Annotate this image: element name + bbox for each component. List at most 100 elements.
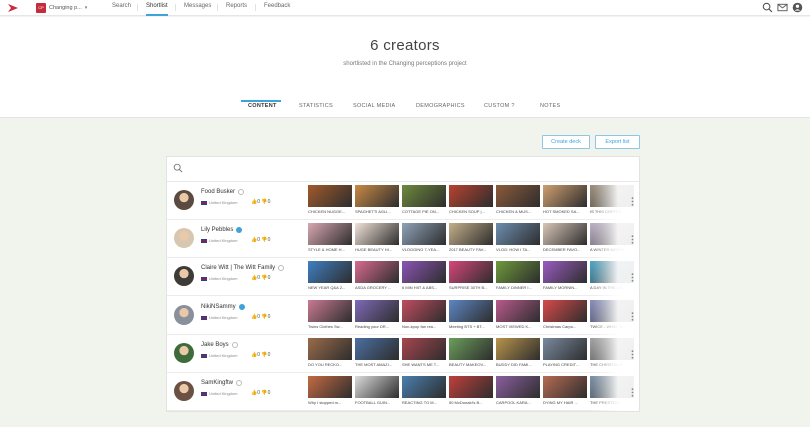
creator-name[interactable]: Claire Witt | The Witt Family — [201, 265, 285, 272]
video-thumbnail[interactable]: MOST VIEWED K... — [496, 299, 540, 332]
video-thumbnail[interactable]: FOOTBALL GUIN... — [355, 376, 399, 408]
creator-country: United Kingdom — [209, 352, 238, 358]
creator-name[interactable]: SamKingftw — [201, 380, 243, 386]
avatar[interactable] — [174, 304, 194, 325]
more-options-icon[interactable] — [631, 273, 634, 283]
video-thumbnail[interactable]: VLOGGING 7-YEA... — [402, 223, 446, 255]
tab-statistics[interactable]: STATISTICS — [299, 103, 333, 109]
video-title: COTTAGE PIE ON... — [402, 209, 440, 214]
video-thumbnail[interactable]: STYLE & HOME H... — [308, 223, 352, 255]
creator-row[interactable]: Jake Boys United Kingdom 👍0 👎0 DO YOU RECKO… — [167, 334, 639, 373]
tab-notes[interactable]: NOTES — [540, 103, 560, 109]
nav-reports[interactable]: Reports — [226, 3, 247, 9]
export-list-button[interactable]: Export list — [595, 135, 640, 149]
creator-row[interactable]: NikiNSammy United Kingdom 👍0 👎0 Twins Cloth… — [167, 296, 639, 335]
avatar[interactable] — [174, 190, 194, 210]
video-thumbnail-image — [402, 337, 446, 360]
nav-feedback[interactable]: Feedback — [264, 3, 290, 9]
avatar[interactable] — [174, 266, 194, 287]
video-thumbnail[interactable]: DO YOU RECKO... — [308, 337, 352, 370]
video-thumbnail[interactable]: CHICKEN NUGGE... — [308, 185, 352, 217]
creator-row[interactable]: Lily Pebbles United Kingdom 👍0 👎0 STYLE & H… — [167, 220, 639, 259]
creator-name[interactable]: Jake Boys — [201, 341, 238, 348]
video-thumbnail-image — [543, 299, 587, 322]
video-thumbnail[interactable]: CHICKEN & MUS... — [496, 185, 540, 217]
video-thumbnail[interactable]: REACTING TO M... — [402, 376, 446, 408]
video-thumbnail[interactable]: FAMILY DINNER I... — [496, 261, 540, 293]
video-thumbnail[interactable]: Non-kpop fan rea... — [402, 299, 446, 332]
dislikes-count: 0 — [267, 199, 271, 205]
nav-search[interactable]: Search — [112, 3, 131, 9]
more-options-icon[interactable] — [631, 311, 634, 321]
creator-row[interactable]: Claire Witt | The Witt Family United King… — [167, 258, 639, 297]
list-search-bar[interactable] — [167, 157, 639, 182]
video-thumbnail-image — [449, 223, 493, 246]
chevron-down-icon: ▾ — [84, 4, 88, 11]
brand-logo[interactable] — [7, 2, 19, 14]
video-thumbnail[interactable]: CHICKEN SOUP |... — [449, 185, 493, 217]
video-thumbnail[interactable]: Reading your DR... — [355, 299, 399, 332]
video-title: SHE WANTS ME T... — [402, 361, 440, 367]
creator-name[interactable]: Lily Pebbles — [201, 227, 243, 234]
video-title: DECEMBER FAVO... — [543, 247, 581, 253]
video-thumbnail[interactable]: HUGE BEAUTY HI... — [355, 223, 399, 255]
video-thumbnail[interactable]: Meeting BTS + BT... — [449, 299, 493, 332]
avatar[interactable] — [174, 342, 194, 363]
video-thumbnail[interactable]: Why I stopped m... — [308, 376, 352, 408]
tab-social-media[interactable]: SOCIAL MEDIA — [353, 103, 396, 109]
avatar[interactable] — [174, 228, 194, 249]
create-deck-button[interactable]: Create deck — [542, 135, 590, 149]
video-thumbnail[interactable]: SHE WANTS ME T... — [402, 337, 446, 370]
video-thumbnail[interactable]: SPAGHETTI AGLI... — [355, 185, 399, 217]
video-title: THE MOST AMAZI... — [355, 361, 393, 367]
video-thumbnail[interactable]: DECEMBER FAVO... — [543, 223, 587, 255]
video-thumbnail[interactable]: SURPRISE 30TH B... — [449, 261, 493, 293]
search-icon[interactable] — [762, 2, 773, 13]
dislikes-count: 0 — [267, 237, 271, 244]
video-title: STYLE & HOME H... — [308, 247, 345, 253]
creator-name[interactable]: NikiNSammy — [201, 303, 245, 310]
tab-demographics[interactable]: DEMOGRAPHICS — [416, 103, 465, 109]
user-icon[interactable] — [792, 2, 803, 13]
creator-name[interactable]: Food Busker — [201, 189, 245, 195]
creator-row[interactable]: SamKingftw United Kingdom 👍0 👎0 Why I stopp… — [167, 373, 639, 411]
info-icon — [278, 265, 285, 272]
creator-country: United Kingdom — [209, 391, 238, 396]
info-icon — [238, 189, 245, 195]
video-thumbnail-image — [402, 261, 446, 284]
video-thumbnail[interactable]: FAMILY MORNIN... — [543, 261, 587, 293]
video-thumbnail[interactable]: 50 McDonald's B... — [449, 376, 493, 408]
more-options-icon[interactable] — [631, 350, 634, 359]
creator-row[interactable]: Food Busker United Kingdom 👍0 👎0 CHICKEN NU… — [167, 182, 639, 220]
video-thumbnail[interactable]: ASDA GROCERY ... — [355, 261, 399, 293]
video-thumbnail[interactable]: 2017 BEAUTY FAV... — [449, 223, 493, 255]
video-thumbnail[interactable]: BEAUTY MAKEOV... — [449, 337, 493, 370]
nav-messages[interactable]: Messages — [184, 3, 211, 9]
tab-custom[interactable]: CUSTOM ? — [484, 103, 515, 109]
video-thumbnail[interactable]: VLOG: HOW I TA... — [496, 223, 540, 255]
more-options-icon[interactable] — [631, 388, 634, 397]
video-thumbnail[interactable]: THE MOST AMAZI... — [355, 337, 399, 370]
video-thumbnail[interactable]: Christmas Carpo... — [543, 299, 587, 332]
project-switcher[interactable]: CP Changing p... ▾ — [36, 2, 92, 13]
video-thumbnail[interactable]: BUDDY DID FAMI... — [496, 337, 540, 370]
avatar[interactable] — [174, 381, 194, 401]
creator-country: United Kingdom — [209, 238, 238, 244]
video-thumbnail[interactable]: PLAYING CREDIT... — [543, 337, 587, 370]
video-thumbnail[interactable]: HOT SMOKED SA... — [543, 185, 587, 217]
video-thumbnails: DO YOU RECKO... THE MOST AMAZI... SHE WANT… — [308, 337, 634, 370]
uk-flag-icon — [201, 392, 207, 396]
more-options-icon[interactable] — [631, 197, 634, 206]
video-thumbnail[interactable]: CARPOOL KARA... — [496, 376, 540, 408]
nav-shortlist[interactable]: Shortlist — [146, 3, 168, 9]
video-thumbnail[interactable]: NEW YEAR Q&A 2... — [308, 261, 352, 293]
video-thumbnail[interactable]: 6 MIN HIIT & ABS... — [402, 261, 446, 293]
tab-content[interactable]: CONTENT — [248, 103, 277, 109]
more-options-icon[interactable] — [631, 235, 634, 244]
verified-icon — [236, 227, 243, 234]
video-thumbnail[interactable]: COTTAGE PIE ON... — [402, 185, 446, 217]
video-thumbnail-image — [496, 376, 540, 398]
mail-icon[interactable] — [777, 2, 788, 13]
video-thumbnail[interactable]: Twins Clothes Sw... — [308, 299, 352, 332]
video-thumbnail[interactable]: DYING MY HAIR ... — [543, 376, 587, 408]
